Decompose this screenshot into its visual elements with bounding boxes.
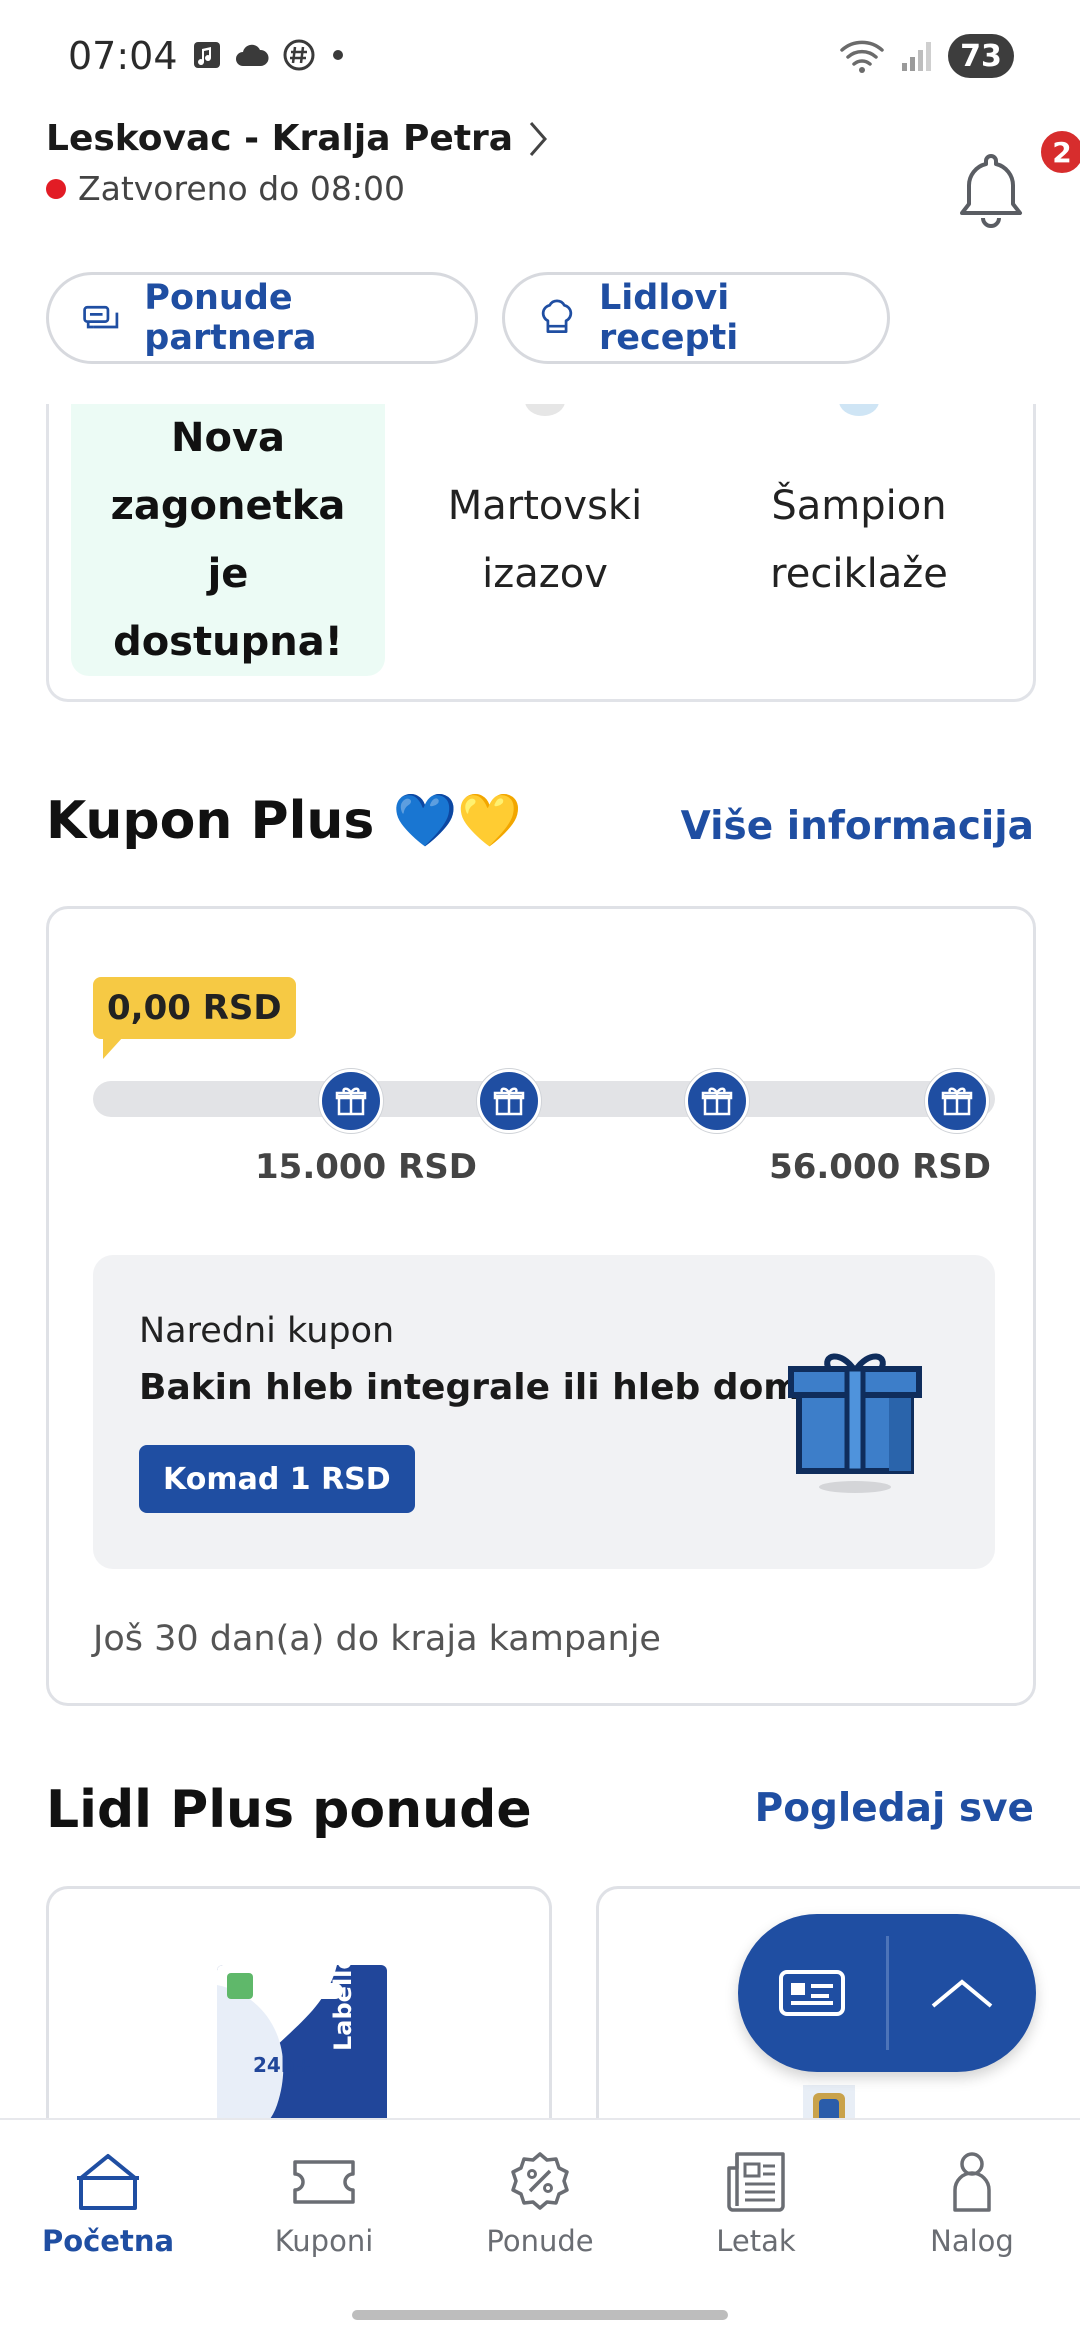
ticket-icon: [293, 2160, 355, 2204]
home-icon: [77, 2154, 139, 2210]
signal-icon: [902, 42, 931, 71]
status-notification-icons: [192, 38, 348, 72]
challenges-card: Nova zagonetka je dostupna! Martovski iz…: [46, 404, 1036, 702]
nav-label-account: Nalog: [930, 2224, 1014, 2258]
challenge-badge-peek: [525, 404, 565, 416]
nav-item-account[interactable]: Nalog: [864, 2150, 1080, 2290]
notifications-button[interactable]: 2: [946, 128, 1080, 238]
milestone-label-first: 15.000 RSD: [255, 1147, 477, 1187]
store-name: Leskovac - Kralja Petra: [46, 118, 514, 159]
milestone-gift-1[interactable]: [319, 1069, 383, 1133]
challenge-title: Martovski izazov: [447, 483, 643, 597]
status-right-icons: 73: [838, 34, 1014, 78]
milestone-gift-4[interactable]: [925, 1069, 989, 1133]
wifi-icon: [840, 40, 884, 73]
campaign-remaining-note: Još 30 dan(a) do kraja kampanje: [93, 1619, 661, 1659]
hashtag-circle-icon: [283, 39, 315, 71]
notification-badge: 2: [1038, 128, 1080, 176]
battery-indicator: 73: [948, 34, 1014, 78]
challenge-puzzle[interactable]: Nova zagonetka je dostupna!: [71, 404, 385, 676]
newspaper-icon: [727, 2152, 785, 2212]
chip-label-partner-offers: Ponude partnera: [144, 278, 317, 358]
product-claim: 24h+: [253, 2053, 312, 2077]
store-opening-status: Zatvoreno do 08:00: [78, 169, 405, 208]
offers-section-title: Lidl Plus ponude: [46, 1780, 532, 1840]
next-coupon-label: Naredni kupon: [139, 1311, 395, 1351]
partner-offers-chip[interactable]: Ponude partnera: [46, 272, 478, 364]
status-time: 07:04: [68, 34, 178, 78]
music-note-icon: [194, 42, 220, 68]
closed-status-dot: [46, 178, 66, 199]
floating-action-group: [738, 1914, 1036, 2072]
gift-icon: [941, 1087, 973, 1116]
more-info-link[interactable]: Više informacija: [681, 804, 1034, 849]
chip-label-recipes: Lidlovi recepti: [598, 278, 739, 358]
next-coupon-box[interactable]: Naredni kupon Bakin hleb integrale ili h…: [93, 1255, 995, 1569]
gift-icon: [493, 1087, 525, 1116]
store-selector[interactable]: Leskovac - Kralja Petra: [46, 118, 1036, 159]
challenge-march[interactable]: Martovski izazov: [395, 404, 695, 676]
gesture-home-indicator[interactable]: [352, 2310, 728, 2320]
milestone-gift-2[interactable]: [477, 1069, 541, 1133]
chef-hat-icon: [541, 299, 573, 333]
kupon-plus-card: 0,00 RSD 15.000 RSD 56.000 RSD Naredni k…: [46, 906, 1036, 1706]
nav-label-flyer: Letak: [716, 2224, 796, 2258]
gift-box-icon: [788, 1353, 922, 1493]
milestone-gift-3[interactable]: [685, 1069, 749, 1133]
nav-item-coupons[interactable]: Kuponi: [216, 2150, 432, 2290]
kupon-plus-title: Kupon Plus 💙💛: [46, 791, 522, 851]
bottom-navigation: Početna Kuponi Ponude Letak Nalog: [0, 2118, 1080, 2340]
nav-item-offers[interactable]: Ponude: [432, 2150, 648, 2290]
current-amount-tag: 0,00 RSD: [93, 977, 296, 1059]
status-bar: 07:04 73: [0, 0, 1080, 118]
challenge-title: Nova zagonetka je dostupna!: [110, 415, 346, 665]
lidl-plus-card-button[interactable]: [738, 1914, 886, 2072]
scroll-to-top-button[interactable]: [888, 1914, 1036, 2072]
gift-icon: [701, 1087, 733, 1116]
challenge-badge-peek: [839, 404, 879, 416]
dot-icon: [333, 50, 343, 60]
next-coupon-product: Bakin hleb integrale ili hleb dom...: [139, 1367, 842, 1408]
milestone-label-last: 56.000 RSD: [769, 1147, 991, 1187]
loyalty-card-icon: [779, 1970, 845, 2016]
store-header: Leskovac - Kralja Petra Zatvoreno do 08:…: [46, 118, 1080, 228]
nav-label-coupons: Kuponi: [274, 2224, 374, 2258]
store-status-row: Zatvoreno do 08:00: [46, 169, 1036, 208]
nav-item-home[interactable]: Početna: [0, 2150, 216, 2290]
offer-card[interactable]: 24h+ Labello: [46, 1886, 552, 2146]
gift-icon: [335, 1087, 367, 1116]
nav-label-home: Početna: [41, 2224, 175, 2258]
chevron-up-icon: [931, 1979, 993, 2008]
challenge-title: Šampion reciklaže: [770, 483, 948, 597]
product-brand: Labello: [329, 1965, 357, 2051]
lidl-recipes-chip[interactable]: Lidlovi recepti: [502, 272, 890, 364]
chevron-right-icon: [529, 121, 548, 156]
bell-icon: [960, 154, 1022, 228]
user-icon: [953, 2152, 991, 2212]
nav-label-offers: Ponude: [486, 2224, 594, 2258]
see-all-link[interactable]: Pogledaj sve: [755, 1786, 1034, 1831]
cloud-icon: [236, 44, 269, 66]
spending-progress-bar: [93, 1081, 995, 1117]
tags-icon: [83, 305, 119, 329]
challenge-recycling[interactable]: Šampion reciklaže: [709, 404, 1009, 676]
next-coupon-price-badge: Komad 1 RSD: [139, 1445, 415, 1513]
nav-item-flyer[interactable]: Letak: [648, 2150, 864, 2290]
percent-badge-icon: [511, 2152, 569, 2210]
